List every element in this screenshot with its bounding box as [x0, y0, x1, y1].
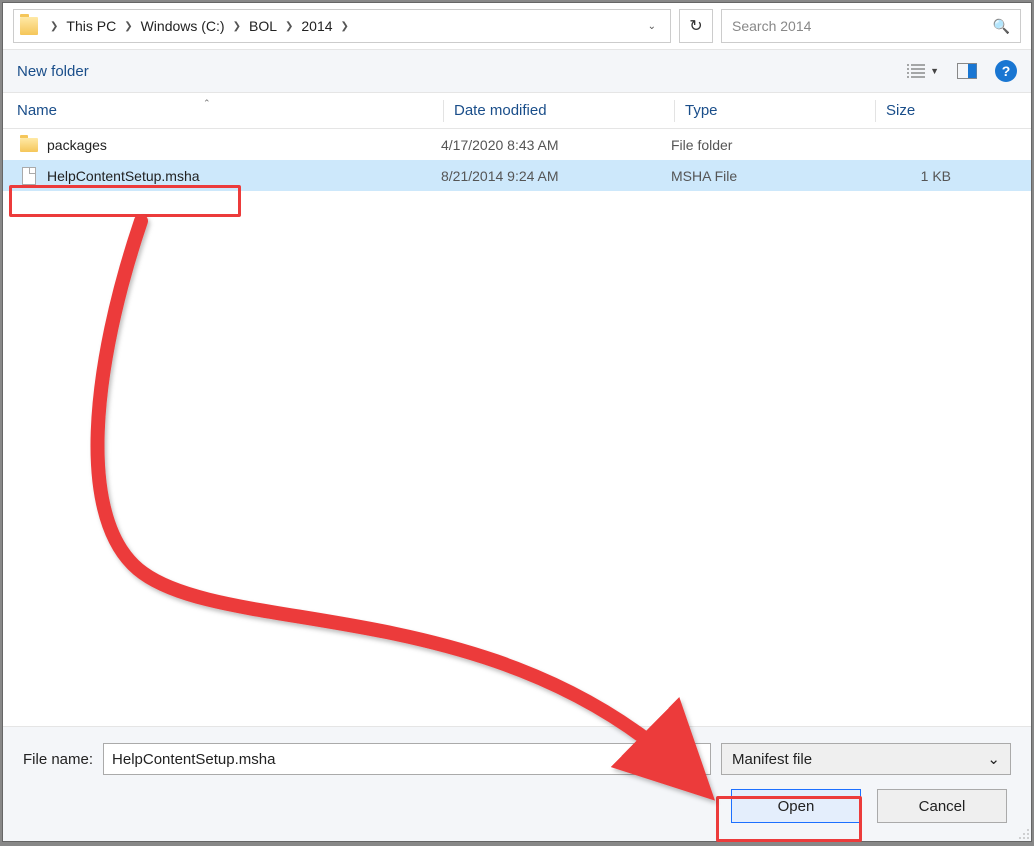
search-icon: 🔍: [993, 18, 1010, 35]
sort-ascending-icon: ⌃: [203, 98, 211, 109]
file-row[interactable]: packages4/17/2020 8:43 AMFile folder: [3, 129, 1031, 160]
bottom-panel: File name: HelpContentSetup.msha ⌄ Manif…: [3, 726, 1031, 841]
folder-icon: [20, 17, 38, 35]
chevron-right-icon: ❯: [227, 21, 247, 32]
address-bar-row: ❯ This PC ❯ Windows (C:) ❯ BOL ❯ 2014 ❯ …: [3, 3, 1031, 49]
column-header-label: Name: [17, 102, 57, 119]
file-open-dialog: ❯ This PC ❯ Windows (C:) ❯ BOL ❯ 2014 ❯ …: [2, 2, 1032, 842]
file-list: packages4/17/2020 8:43 AMFile folderHelp…: [3, 129, 1031, 726]
column-header-type[interactable]: Type: [675, 102, 875, 119]
file-name-value: HelpContentSetup.msha: [112, 751, 275, 768]
file-size: 1 KB: [871, 168, 971, 184]
view-options-button[interactable]: ▼: [906, 63, 939, 79]
refresh-icon: ↻: [689, 16, 702, 36]
new-folder-button[interactable]: New folder: [17, 63, 89, 80]
open-button-label: Open: [778, 798, 815, 815]
file-name-input[interactable]: HelpContentSetup.msha ⌄: [103, 743, 711, 775]
list-view-icon: [906, 63, 926, 79]
file-date: 4/17/2020 8:43 AM: [441, 137, 671, 153]
chevron-down-icon[interactable]: ⌄: [694, 754, 702, 765]
search-placeholder: Search 2014: [732, 18, 993, 34]
preview-pane-icon: [957, 63, 977, 79]
file-type: MSHA File: [671, 168, 871, 184]
breadcrumb-item[interactable]: 2014: [299, 16, 334, 36]
chevron-right-icon: ❯: [44, 21, 64, 32]
help-button[interactable]: ?: [995, 60, 1017, 82]
chevron-right-icon: ❯: [118, 21, 138, 32]
column-header-size[interactable]: Size: [876, 102, 986, 119]
toolbar: New folder ▼: [3, 49, 1031, 93]
file-name: packages: [41, 137, 441, 153]
search-input[interactable]: Search 2014 🔍: [721, 9, 1021, 43]
column-header-date[interactable]: Date modified: [444, 102, 674, 119]
file-type-filter[interactable]: Manifest file ⌄: [721, 743, 1011, 775]
preview-pane-button[interactable]: [957, 63, 977, 79]
column-header-name[interactable]: Name ⌃: [3, 102, 443, 119]
chevron-down-icon: ▼: [930, 66, 939, 76]
help-icon: ?: [1002, 63, 1011, 79]
file-name: HelpContentSetup.msha: [41, 168, 441, 184]
file-icon: [22, 167, 36, 185]
file-name-label: File name:: [23, 751, 93, 768]
chevron-down-icon: ⌄: [987, 750, 1000, 768]
chevron-right-icon: ❯: [335, 21, 355, 32]
folder-icon: [20, 138, 38, 152]
open-button[interactable]: Open: [731, 789, 861, 823]
file-date: 8/21/2014 9:24 AM: [441, 168, 671, 184]
breadcrumb[interactable]: ❯ This PC ❯ Windows (C:) ❯ BOL ❯ 2014 ❯ …: [13, 9, 671, 43]
filter-value: Manifest file: [732, 751, 812, 768]
cancel-button-label: Cancel: [919, 798, 966, 815]
breadcrumb-dropdown[interactable]: ⌄: [638, 21, 666, 32]
refresh-button[interactable]: ↻: [679, 9, 713, 43]
file-type: File folder: [671, 137, 871, 153]
file-row[interactable]: HelpContentSetup.msha8/21/2014 9:24 AMMS…: [3, 160, 1031, 191]
breadcrumb-item[interactable]: Windows (C:): [139, 16, 227, 36]
chevron-right-icon: ❯: [279, 21, 299, 32]
cancel-button[interactable]: Cancel: [877, 789, 1007, 823]
column-headers: Name ⌃ Date modified Type Size: [3, 93, 1031, 129]
breadcrumb-item[interactable]: BOL: [247, 16, 279, 36]
breadcrumb-item[interactable]: This PC: [64, 16, 118, 36]
